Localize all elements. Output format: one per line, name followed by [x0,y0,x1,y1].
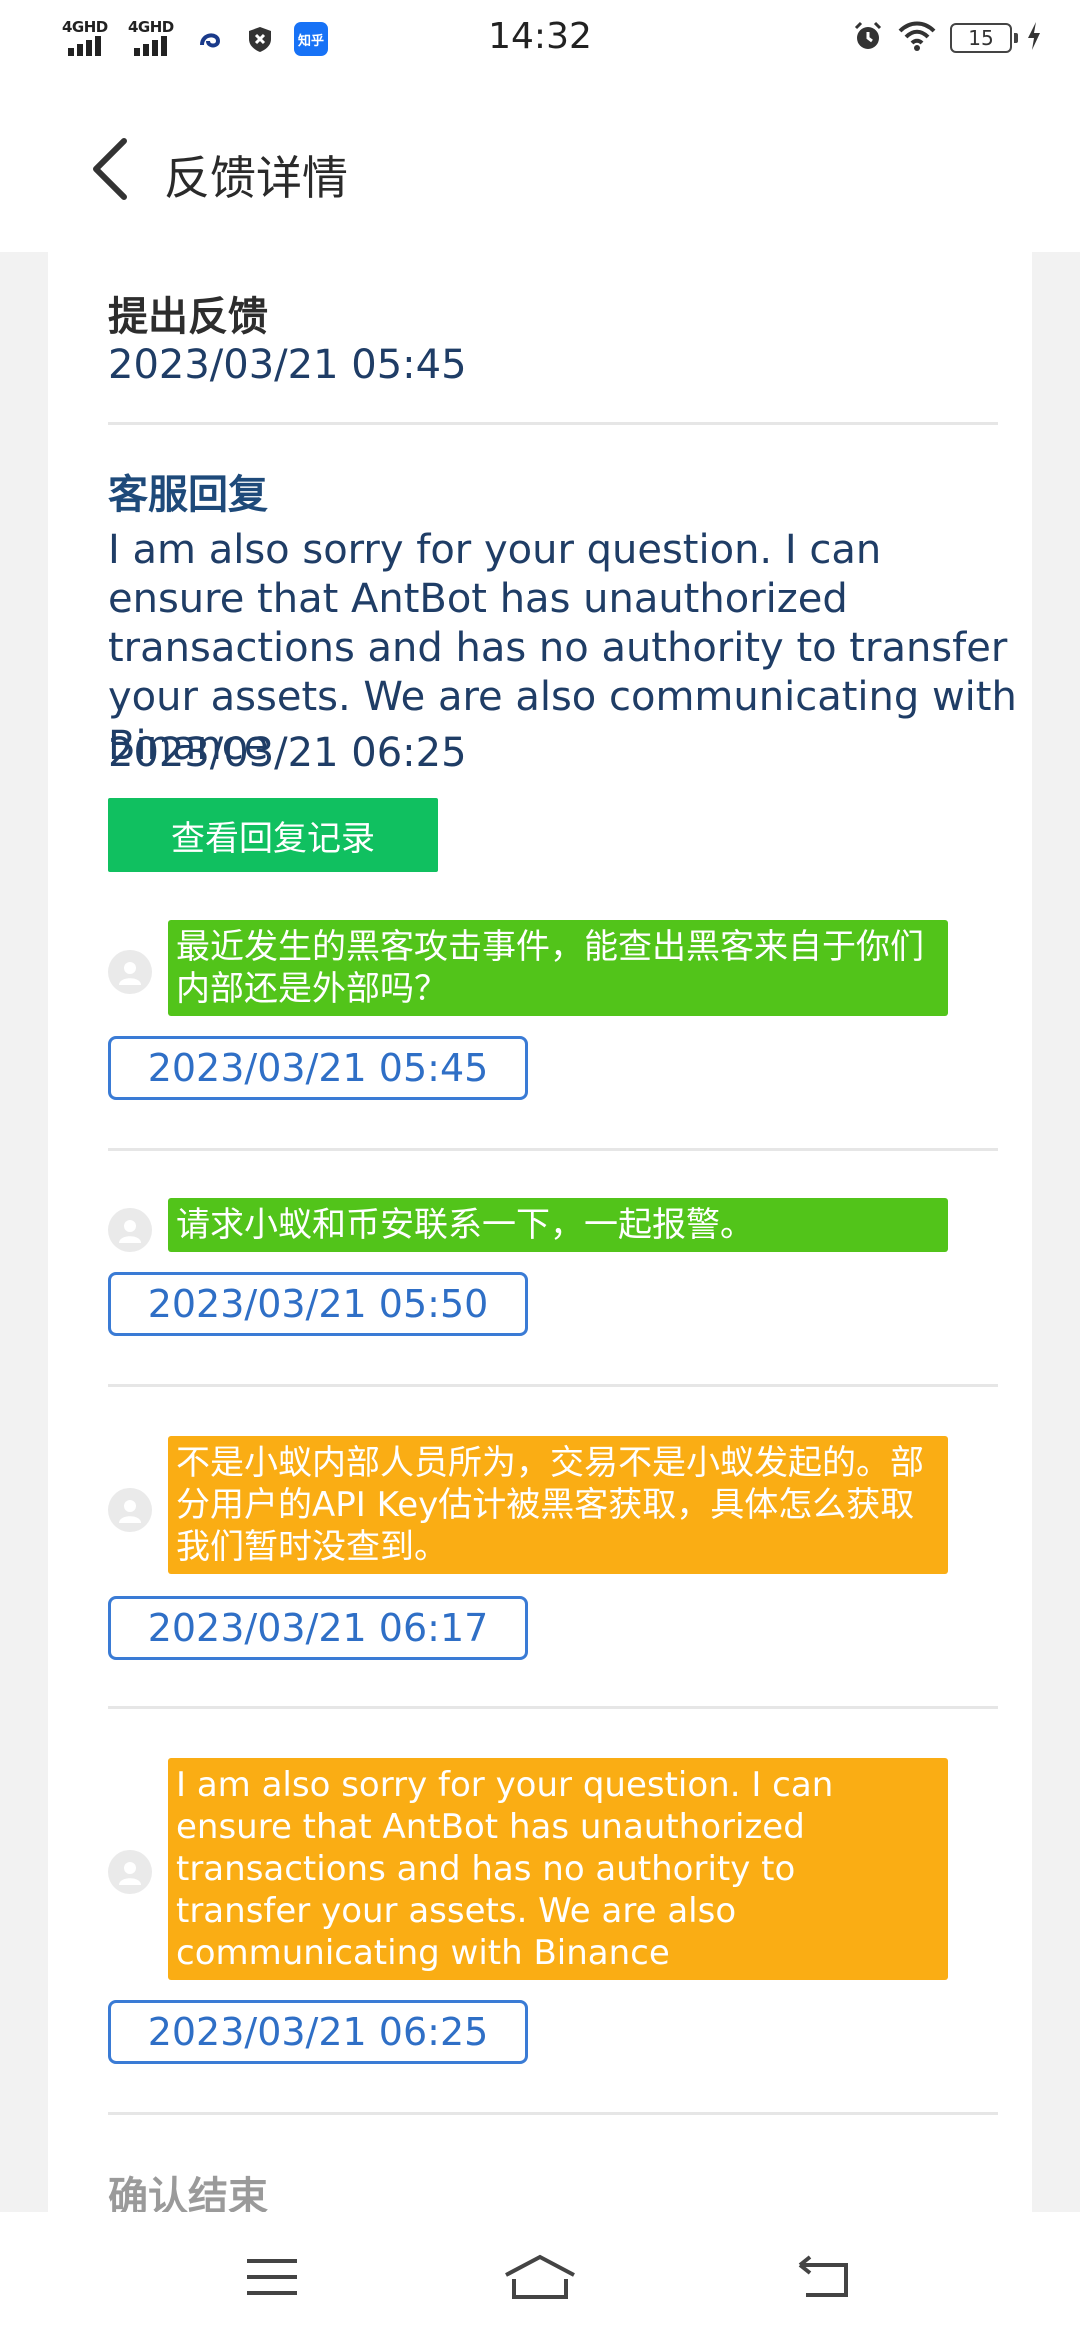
message-time: 2023/03/21 06:17 [108,1596,528,1660]
battery-level: 15 [968,26,994,50]
title-bar: 反馈详情 [0,84,1080,252]
battery-icon: 15 [950,23,1018,53]
home-icon [505,2254,575,2299]
message-time: 2023/03/21 05:45 [108,1036,528,1100]
wifi-icon [898,21,936,55]
system-navigation-bar [0,2212,1080,2340]
message-bubble: 最近发生的黑客攻击事件，能查出黑客来自于你们内部还是外部吗？ [168,920,948,1016]
divider [108,1148,998,1151]
view-reply-history-button[interactable]: 查看回复记录 [108,798,438,872]
user-avatar-icon [108,1850,152,1894]
reply-date: 2023/03/21 06:25 [108,730,467,776]
nav-home-button[interactable] [500,2242,580,2312]
feedback-detail-card: 提出反馈 2023/03/21 05:45 客服回复 I am also sor… [48,252,1032,2212]
screen: 4GHD 4GHD 知乎 14:32 15 反馈详情 提出反馈 2023/03/… [0,0,1080,2340]
divider [108,2112,998,2115]
user-avatar-icon [108,1208,152,1252]
divider [108,1384,998,1387]
message-bubble: 不是小蚁内部人员所为，交易不是小蚁发起的。部分用户的API Key估计被黑客获取… [168,1436,948,1574]
nav-menu-button[interactable] [232,2242,312,2312]
back-icon [798,2255,848,2297]
divider [108,422,998,425]
message-time: 2023/03/21 05:50 [108,1272,528,1336]
page-title: 反馈详情 [164,151,348,205]
charging-icon [1026,21,1042,55]
message-bubble: I am also sorry for your question. I can… [168,1758,948,1980]
back-button[interactable] [80,134,140,204]
user-avatar-icon [108,950,152,994]
feedback-heading: 提出反馈 [108,294,268,340]
reply-heading: 客服回复 [108,472,268,518]
user-avatar-icon [108,1488,152,1532]
status-bar: 4GHD 4GHD 知乎 14:32 15 [0,0,1080,84]
message-time: 2023/03/21 06:25 [108,2000,528,2064]
confirm-end-label: 确认结束 [108,2174,268,2212]
chevron-left-icon [93,138,127,200]
alarm-icon [852,20,884,56]
feedback-date: 2023/03/21 05:45 [108,342,467,388]
menu-icon [247,2259,297,2295]
message-bubble: 请求小蚁和币安联系一下，一起报警。 [168,1198,948,1252]
nav-back-button[interactable] [782,2242,862,2312]
divider [108,1706,998,1709]
status-right-icons: 15 [852,20,1042,56]
